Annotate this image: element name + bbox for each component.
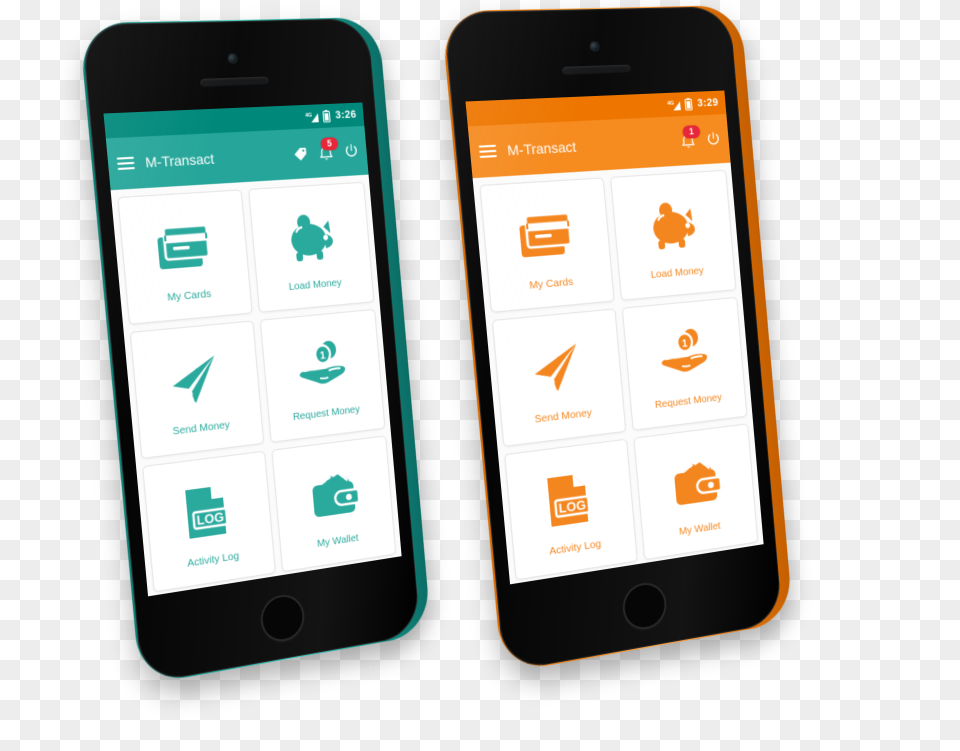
app-title: M-Transact [506, 138, 577, 159]
power-icon[interactable] [342, 141, 359, 160]
tile-label: Load Money [288, 276, 343, 294]
phone-screen: 4G 3:29 M-Transact 1 My Cards Load Money… [465, 90, 764, 585]
phone-device-orange: 4G 3:29 M-Transact 1 My Cards Load Money… [440, 5, 794, 674]
power-icon[interactable] [704, 129, 721, 148]
tile-my-cards[interactable]: My Cards [117, 189, 253, 325]
tile-label: Request Money [292, 403, 361, 424]
bell-icon[interactable]: 5 [317, 136, 339, 163]
signal-bars-icon: 4G [667, 98, 682, 111]
tile-my-cards[interactable]: My Cards [479, 177, 615, 313]
paper-plane-icon [165, 341, 228, 420]
tile-label: My Cards [166, 287, 212, 304]
log-document-icon: LOG [178, 472, 239, 552]
svg-text:4G: 4G [667, 100, 674, 106]
feature-grid: My Cards Load Money Send Money 1 Request… [110, 174, 402, 597]
tile-label: Request Money [654, 391, 723, 412]
credit-card-icon [151, 208, 218, 286]
scene: 4G 3:26 M-Transact 5 My Cards Load Money… [0, 0, 960, 751]
paper-plane-icon [527, 329, 590, 408]
notification-badge: 5 [320, 136, 339, 151]
bell-icon[interactable]: 1 [679, 124, 701, 151]
signal-bars-icon: 4G [305, 110, 320, 123]
tag-icon[interactable] [291, 144, 308, 164]
phone-screen: 4G 3:26 M-Transact 5 My Cards Load Money… [103, 102, 402, 597]
phone-device-teal: 4G 3:26 M-Transact 5 My Cards Load Money… [78, 17, 432, 686]
tile-label: My Wallet [678, 519, 721, 538]
svg-text:4G: 4G [305, 112, 312, 118]
tile-label: Load Money [650, 264, 705, 282]
tile-send-money[interactable]: Send Money [129, 320, 264, 460]
tile-label: Send Money [172, 418, 231, 438]
battery-icon [322, 109, 330, 122]
hamburger-menu-icon[interactable] [116, 156, 135, 171]
feature-grid: My Cards Load Money Send Money 1 Request… [472, 162, 764, 585]
wallet-icon [303, 455, 364, 533]
wallet-icon [665, 443, 726, 521]
tile-label: Send Money [534, 406, 593, 426]
notification-badge: 1 [682, 124, 701, 139]
hamburger-menu-icon[interactable] [478, 144, 497, 159]
credit-card-icon [513, 196, 580, 274]
log-document-icon: LOG [540, 460, 601, 540]
svg-text:1: 1 [681, 338, 688, 350]
app-bar-actions: 1 [679, 124, 721, 151]
app-bar-actions: 5 [291, 136, 359, 164]
piggy-bank-icon [642, 188, 703, 263]
svg-text:1: 1 [319, 350, 326, 362]
